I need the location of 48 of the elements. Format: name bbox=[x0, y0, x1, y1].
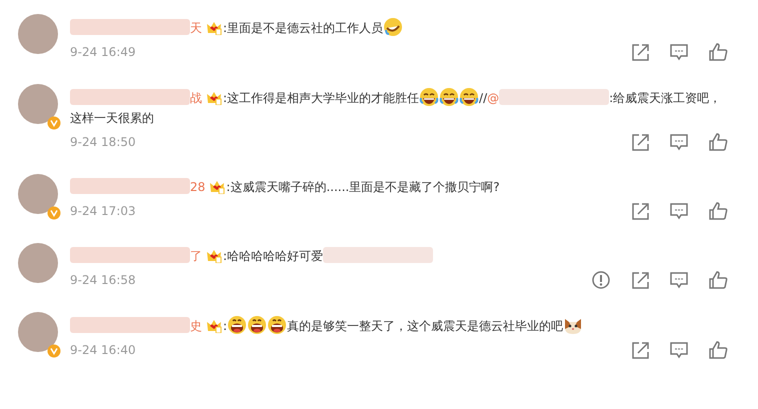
mention-link[interactable]: @ bbox=[487, 91, 500, 105]
username[interactable]: 战 bbox=[190, 91, 202, 105]
grin-emoji-icon bbox=[247, 315, 268, 335]
comment-time: 9-24 16:58 bbox=[70, 273, 137, 287]
comment-time: 9-24 16:40 bbox=[70, 343, 137, 357]
share-icon[interactable] bbox=[630, 201, 650, 221]
laughing-tears-emoji-icon bbox=[459, 87, 480, 107]
comment-icon[interactable] bbox=[669, 270, 689, 290]
username[interactable]: 了 bbox=[190, 249, 202, 263]
comment-text: // bbox=[479, 91, 488, 105]
comment-text: : bbox=[223, 319, 228, 333]
like-icon[interactable] bbox=[708, 340, 728, 360]
laughing-tears-emoji-icon bbox=[439, 87, 460, 107]
laughing-tears-emoji-icon bbox=[383, 17, 404, 37]
like-icon[interactable] bbox=[708, 201, 728, 221]
comment-text: 真的是够笑一整天了，这个威震天是德云社毕业的吧 bbox=[287, 319, 564, 333]
comment-text: :这工作得是相声大学毕业的才能胜任 bbox=[223, 91, 420, 105]
comment-time: 9-24 17:03 bbox=[70, 204, 137, 218]
avatar[interactable] bbox=[18, 14, 58, 54]
avatar[interactable] bbox=[18, 312, 58, 352]
share-icon[interactable] bbox=[630, 340, 650, 360]
share-icon[interactable] bbox=[630, 270, 650, 290]
username[interactable]: 28 bbox=[190, 180, 206, 194]
comment-icon[interactable] bbox=[669, 340, 689, 360]
comment-text: :这威震天嘴子碎的......里面是不是藏了个撒贝宁啊? bbox=[226, 180, 500, 194]
comment-text: 这样一天很累的 bbox=[70, 111, 154, 125]
comment-time: 9-24 18:50 bbox=[70, 135, 137, 149]
like-icon[interactable] bbox=[708, 270, 728, 290]
comment-text: :给威震天涨工资吧， bbox=[609, 91, 722, 105]
laughing-tears-emoji-icon bbox=[419, 87, 440, 107]
avatar[interactable] bbox=[18, 84, 58, 124]
username[interactable]: 天 bbox=[190, 21, 202, 35]
avatar[interactable] bbox=[18, 243, 58, 283]
comment-icon[interactable] bbox=[669, 42, 689, 62]
comment-icon[interactable] bbox=[669, 132, 689, 152]
username[interactable]: 史 bbox=[190, 319, 202, 333]
grin-emoji-icon bbox=[267, 315, 288, 335]
avatar[interactable] bbox=[18, 174, 58, 214]
comment-time: 9-24 16:49 bbox=[70, 45, 137, 59]
share-icon[interactable] bbox=[630, 132, 650, 152]
grin-emoji-icon bbox=[227, 315, 248, 335]
like-icon[interactable] bbox=[708, 42, 728, 62]
report-icon[interactable] bbox=[591, 270, 611, 290]
share-icon[interactable] bbox=[630, 42, 650, 62]
comment-icon[interactable] bbox=[669, 201, 689, 221]
comment-text: :哈哈哈哈哈好可爱 bbox=[223, 249, 324, 263]
comment-text: :里面是不是德云社的工作人员 bbox=[223, 21, 384, 35]
like-icon[interactable] bbox=[708, 132, 728, 152]
